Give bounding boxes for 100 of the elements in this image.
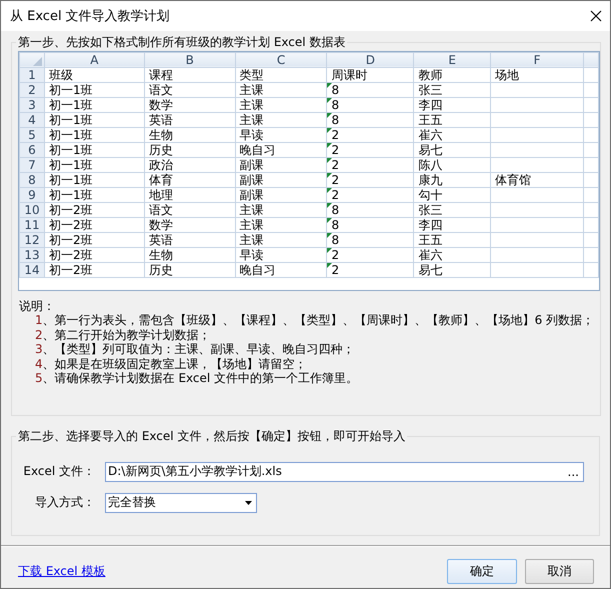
table-cell: 初一2班 <box>49 248 93 262</box>
table-cell: 王五 <box>418 232 442 247</box>
table-cell: 主课 <box>240 82 264 97</box>
table-cell: 课程 <box>148 68 173 82</box>
table-cell: 勾十 <box>418 188 442 202</box>
table-cell: 主课 <box>240 98 264 112</box>
table-cell: 体育 <box>148 172 173 187</box>
table-cell: 场地 <box>495 68 520 82</box>
table-cell: 初一1班 <box>49 82 93 97</box>
group-title: 第一步、先按如下格式制作所有班级的教学计划 Excel 数据表 <box>18 34 346 49</box>
file-path-field[interactable]: D:\新网页\第五小学教学计划.xls ... <box>105 462 584 482</box>
ok-button[interactable]: 确定 <box>447 559 517 584</box>
row-header[interactable]: 14 <box>20 262 44 278</box>
table-cell: 2 <box>331 142 340 157</box>
import-mode-dropdown[interactable]: 完全替换 <box>105 492 257 513</box>
column-header[interactable]: C <box>235 52 327 68</box>
table-cell: 2 <box>331 158 340 172</box>
note-text: 1、第一行为表头，需包含【班级】、【课程】、【类型】、【周课时】、【教师】、【场地】6 列数据； <box>35 313 594 328</box>
table-cell: 李四 <box>418 98 442 112</box>
row-header[interactable]: 7 <box>20 157 44 172</box>
table-cell: 副课 <box>240 172 264 187</box>
row-header[interactable]: 5 <box>20 127 44 142</box>
row-header[interactable]: 12 <box>20 232 44 248</box>
table-cell: 政治 <box>148 158 173 172</box>
column-header[interactable]: A <box>44 52 144 68</box>
table-cell: 初一1班 <box>49 142 93 157</box>
table-cell: 早读 <box>240 248 264 262</box>
table-cell: 初一1班 <box>49 188 93 202</box>
table-cell: 易七 <box>418 142 442 157</box>
table-cell: 初一1班 <box>49 98 93 112</box>
table-cell: 晚自习 <box>240 142 276 157</box>
table-cell: 8 <box>331 232 340 247</box>
table-cell: 初一1班 <box>49 112 93 127</box>
note-text: 4、如果是在班级固定教室上课，【场地】请留空； <box>35 356 307 371</box>
column-header[interactable]: E <box>414 52 491 68</box>
table-cell: 2 <box>331 128 340 142</box>
close-icon[interactable] <box>590 10 602 22</box>
table-cell: 2 <box>331 262 340 277</box>
table-cell: 崔六 <box>418 248 442 262</box>
table-cell: 类型 <box>240 68 264 82</box>
table-cell: 崔六 <box>418 128 442 142</box>
table-cell: 副课 <box>240 188 264 202</box>
table-cell: 主课 <box>240 112 264 127</box>
table-cell: 历史 <box>148 142 173 157</box>
field-label: 导入方式： <box>34 494 96 512</box>
table-cell: 易七 <box>418 262 442 277</box>
download-template-link[interactable]: 下载 Excel 模板 <box>18 563 106 580</box>
table-cell: 8 <box>331 202 340 217</box>
table-cell: 主课 <box>240 202 264 217</box>
row-header[interactable]: 2 <box>20 82 44 98</box>
table-cell: 周课时 <box>331 68 368 82</box>
table-cell: 初一2班 <box>49 262 93 277</box>
table-cell: 早读 <box>240 128 264 142</box>
browse-button[interactable]: ... <box>568 464 579 479</box>
dropdown-caret-icon <box>245 500 252 505</box>
row-header[interactable]: 11 <box>20 217 44 232</box>
window-title: 从 Excel 文件导入教学计划 <box>10 8 170 25</box>
table-cell: 张三 <box>418 202 442 217</box>
table-cell: 王五 <box>418 112 442 127</box>
table-cell: 2 <box>331 188 340 202</box>
table-cell: 生物 <box>148 128 173 142</box>
table-cell: 地理 <box>148 188 173 202</box>
row-header[interactable]: 3 <box>20 97 44 112</box>
table-cell: 初一1班 <box>49 158 93 172</box>
row-header[interactable]: 4 <box>20 112 44 128</box>
row-header[interactable]: 6 <box>20 142 44 158</box>
table-cell: 语文 <box>148 82 173 97</box>
column-header[interactable]: D <box>326 52 414 68</box>
table-cell: 班级 <box>49 68 73 82</box>
table-cell: 8 <box>331 112 340 127</box>
table-cell: 2 <box>331 172 340 187</box>
table-cell: 英语 <box>148 232 173 247</box>
column-header[interactable]: B <box>144 52 236 68</box>
note-text: 5、请确保教学计划数据在 Excel 文件中的第一个工作簿里。 <box>35 371 358 386</box>
table-cell: 李四 <box>418 218 442 232</box>
table-cell: 初一2班 <box>49 232 93 247</box>
table-cell: 英语 <box>148 112 173 127</box>
table-cell: 数学 <box>148 218 173 232</box>
row-header[interactable]: 9 <box>20 187 44 202</box>
table-cell: 初一2班 <box>49 202 93 217</box>
table-cell: 副课 <box>240 158 264 172</box>
column-header[interactable]: F <box>490 52 584 68</box>
row-header[interactable]: 1 <box>20 67 44 82</box>
table-cell: 语文 <box>148 202 173 217</box>
field-label: Excel 文件： <box>22 463 96 480</box>
table-cell: 8 <box>331 218 340 232</box>
note-text: 2、第二行开始为教学计划数据； <box>35 328 211 342</box>
row-header[interactable]: 13 <box>20 247 44 262</box>
group-title: 第二步、选择要导入的 Excel 文件，然后按【确定】按钮，即可开始导入 <box>18 428 406 443</box>
table-cell: 2 <box>331 248 340 262</box>
table-cell: 体育馆 <box>495 172 532 187</box>
note-text: 3、【类型】列可取值为：主课、副课、早读、晚自习四种； <box>35 342 355 356</box>
table-cell: 历史 <box>148 262 173 277</box>
cancel-button[interactable]: 取消 <box>525 559 594 584</box>
table-cell: 数学 <box>148 98 173 112</box>
row-header[interactable]: 10 <box>20 202 44 218</box>
row-header[interactable]: 8 <box>20 172 44 188</box>
table-cell: 陈八 <box>418 158 442 172</box>
table-cell: 康九 <box>418 172 442 187</box>
table-cell: 主课 <box>240 232 264 247</box>
